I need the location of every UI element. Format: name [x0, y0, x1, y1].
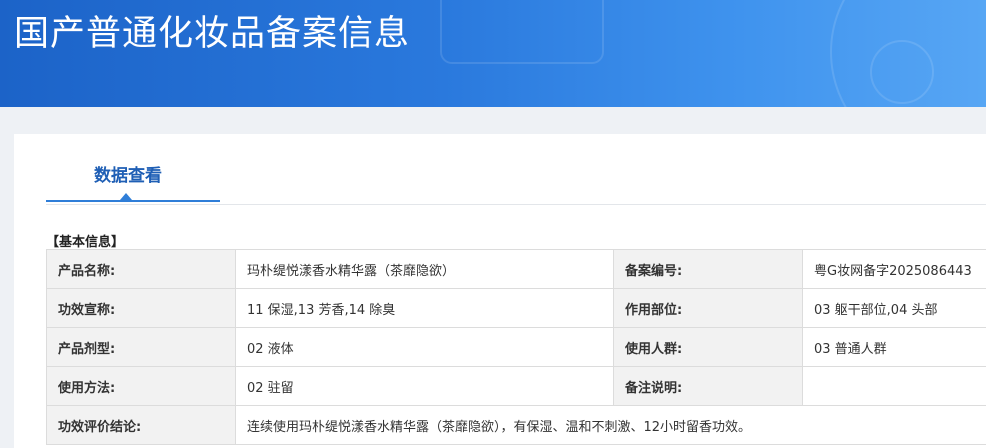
efficacy-label: 功效宣称:	[46, 288, 236, 328]
usage-label: 使用方法:	[46, 366, 236, 406]
basic-info-table: 产品名称: 玛朴缇悦漾香水精华露（茶靡隐欲） 备案编号: 粤G妆网备字20250…	[46, 249, 986, 445]
page-banner: 国产普通化妆品备案信息	[0, 0, 986, 107]
tab-active-caret-icon	[120, 193, 132, 200]
page-title: 国产普通化妆品备案信息	[14, 14, 411, 54]
area-label: 作用部位:	[613, 288, 803, 328]
tab-bar: 数据查看	[46, 134, 986, 205]
product-name-label: 产品名称:	[46, 249, 236, 289]
section-title-basic-info: 【基本信息】	[46, 235, 125, 250]
efficacy-value: 11 保湿,13 芳香,14 除臭	[235, 288, 614, 328]
table-row: 产品剂型: 02 液体 使用人群: 03 普通人群	[46, 327, 986, 367]
product-name-value: 玛朴缇悦漾香水精华露（茶靡隐欲）	[235, 249, 614, 289]
form-value: 02 液体	[235, 327, 614, 367]
remarks-value	[802, 366, 986, 406]
form-label: 产品剂型:	[46, 327, 236, 367]
conclusion-label: 功效评价结论:	[46, 405, 236, 445]
banner-decoration	[440, 0, 604, 64]
table-row: 使用方法: 02 驻留 备注说明:	[46, 366, 986, 406]
tab-label: 数据查看	[94, 166, 162, 186]
record-no-value: 粤G妆网备字2025086443	[802, 249, 986, 289]
table-row: 功效宣称: 11 保湿,13 芳香,14 除臭 作用部位: 03 躯干部位,04…	[46, 288, 986, 328]
table-row: 产品名称: 玛朴缇悦漾香水精华露（茶靡隐欲） 备案编号: 粤G妆网备字20250…	[46, 249, 986, 289]
tab-data-view[interactable]: 数据查看	[46, 134, 220, 202]
table-row: 功效评价结论: 连续使用玛朴缇悦漾香水精华露（茶靡隐欲），有保湿、温和不刺激、1…	[46, 405, 986, 445]
content-panel: 数据查看 【基本信息】 产品名称: 玛朴缇悦漾香水精华露（茶靡隐欲） 备案编号:…	[14, 134, 986, 448]
users-value: 03 普通人群	[802, 327, 986, 367]
usage-value: 02 驻留	[235, 366, 614, 406]
conclusion-value: 连续使用玛朴缇悦漾香水精华露（茶靡隐欲），有保湿、温和不刺激、12小时留香功效。	[235, 405, 986, 445]
users-label: 使用人群:	[613, 327, 803, 367]
remarks-label: 备注说明:	[613, 366, 803, 406]
banner-decoration	[870, 40, 934, 104]
area-value: 03 躯干部位,04 头部	[802, 288, 986, 328]
record-no-label: 备案编号:	[613, 249, 803, 289]
